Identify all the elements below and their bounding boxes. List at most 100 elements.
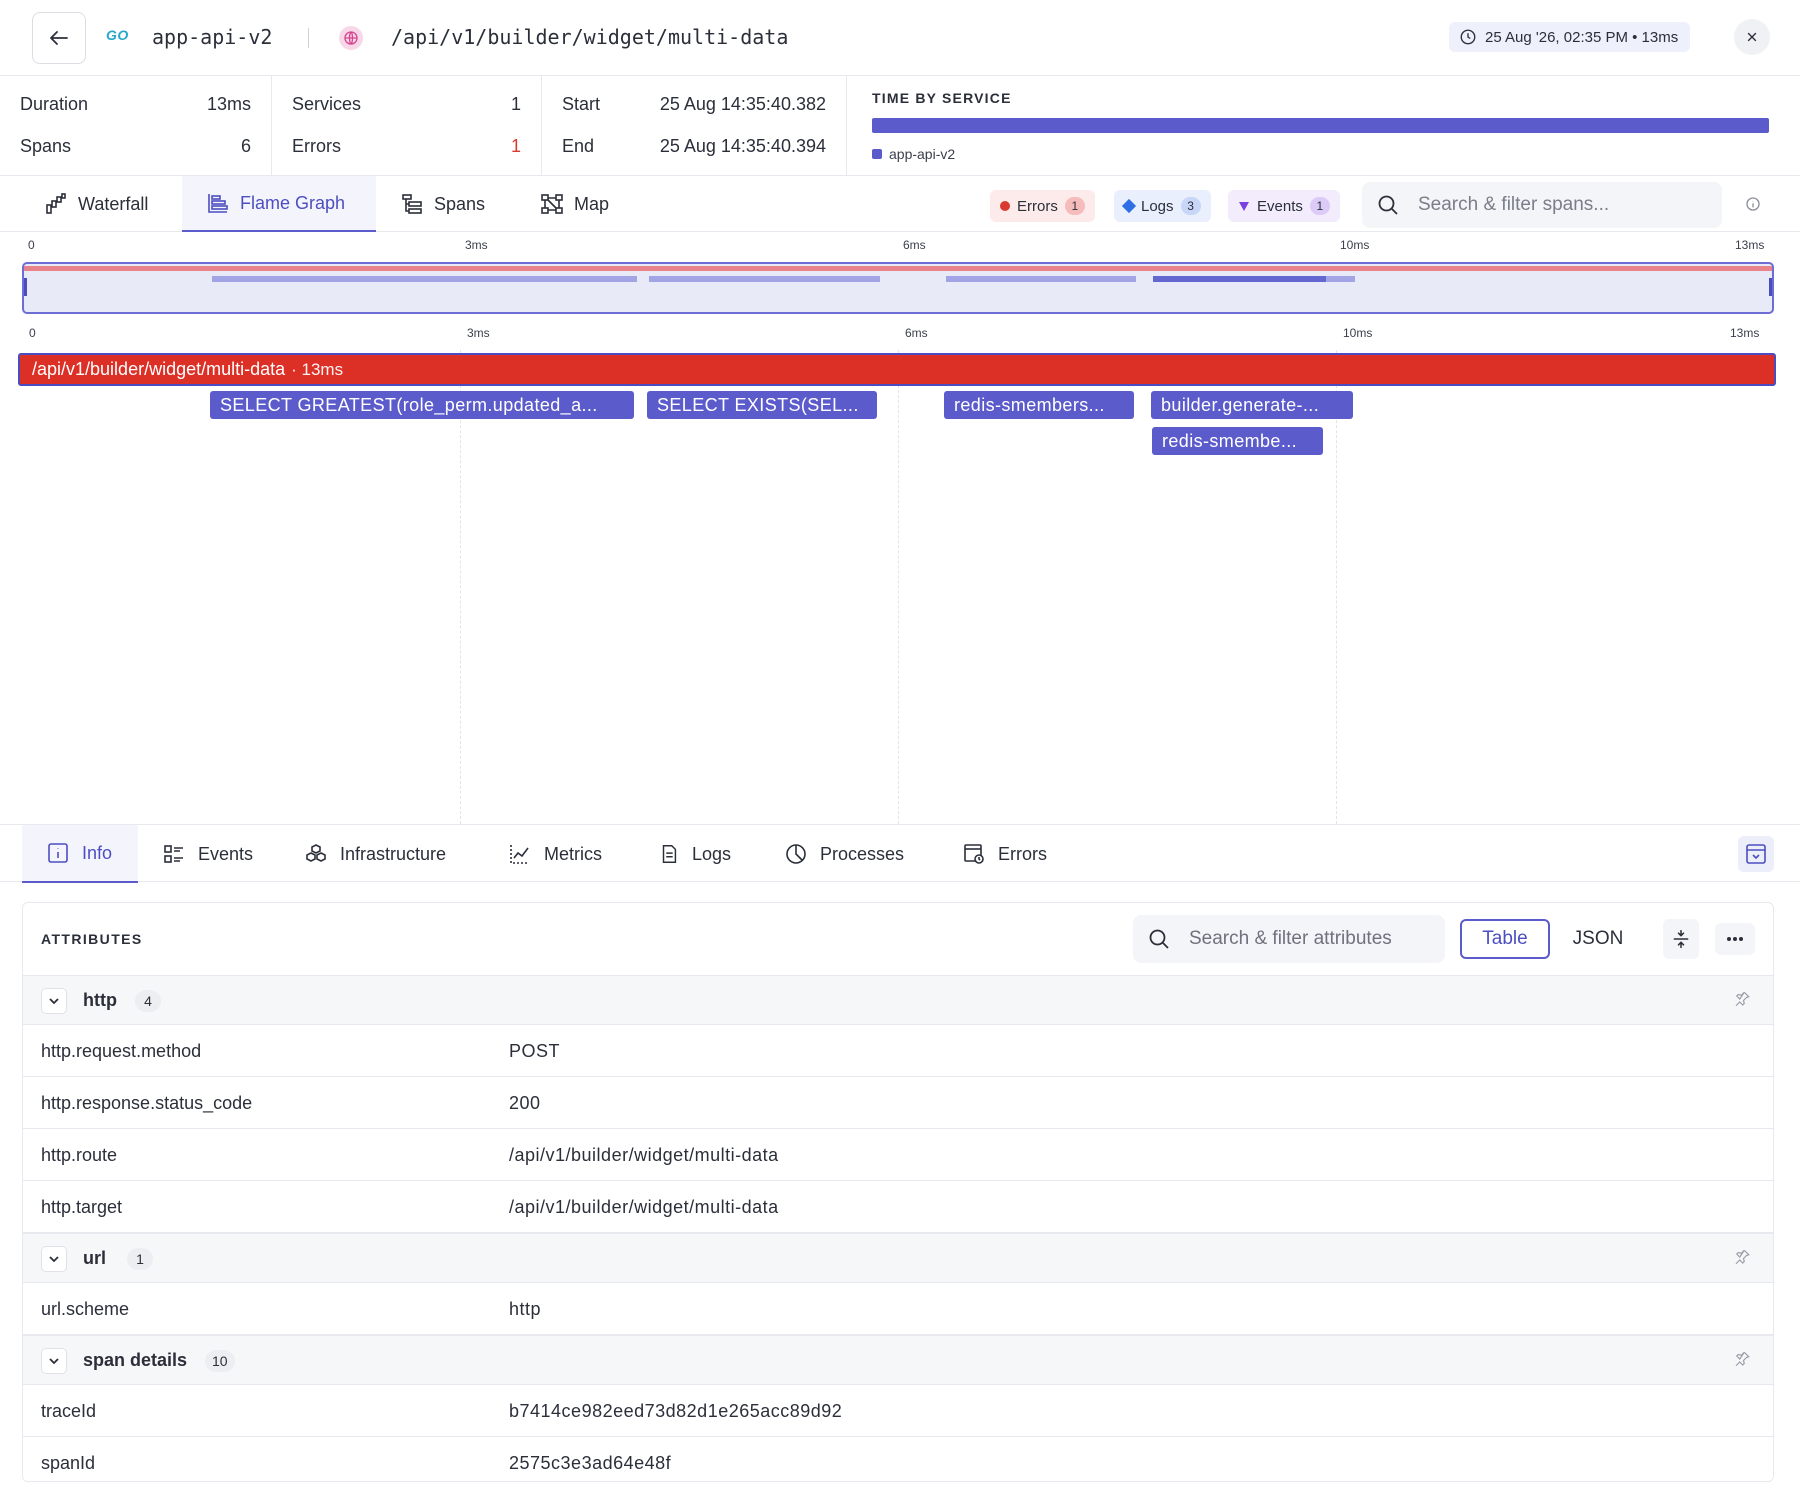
attribute-search-box[interactable]: [1133, 915, 1445, 963]
minimap-right-handle[interactable]: [1769, 278, 1772, 296]
flame-span[interactable]: SELECT GREATEST(role_perm.updated_a...: [210, 391, 634, 419]
attribute-search-input[interactable]: [1189, 928, 1439, 950]
tab-events[interactable]: Events: [138, 825, 277, 883]
stat-start: Start 25 Aug 14:35:40.382: [562, 92, 826, 116]
info-circle-icon[interactable]: [1745, 196, 1761, 212]
attribute-row[interactable]: url.scheme http: [23, 1283, 1773, 1335]
pin-icon[interactable]: [1733, 1350, 1751, 1368]
back-button[interactable]: [32, 12, 86, 64]
close-button[interactable]: [1734, 19, 1770, 55]
tab-errors[interactable]: Errors: [938, 825, 1071, 883]
flame-span[interactable]: SELECT EXISTS(SEL...: [647, 391, 877, 419]
json-view-button[interactable]: JSON: [1550, 919, 1646, 959]
attribute-row[interactable]: http.request.method POST: [23, 1025, 1773, 1077]
time-badge-text: 25 Aug '26, 02:35 PM • 13ms: [1485, 28, 1679, 46]
flame-span[interactable]: redis-smembers...: [944, 391, 1134, 419]
search-icon: [1149, 929, 1169, 949]
stats-duration-col: Duration 13ms Spans 6: [0, 76, 272, 176]
tab-infrastructure[interactable]: Infrastructure: [280, 825, 470, 883]
time-by-service-bar[interactable]: [872, 118, 1769, 133]
timeline-minimap[interactable]: [22, 262, 1774, 314]
flame-span[interactable]: builder.generate-...: [1151, 391, 1353, 419]
flame-ruler: 0 3ms 6ms 10ms 13ms: [22, 326, 1774, 346]
more-options-button[interactable]: [1715, 923, 1755, 955]
tab-map[interactable]: Map: [516, 176, 633, 232]
tab-flame-graph[interactable]: Flame Graph: [182, 176, 376, 232]
spans-icon: [402, 194, 422, 214]
tab-info[interactable]: Info: [22, 825, 138, 883]
group-count: 1: [127, 1248, 153, 1270]
stat-value: 1: [510, 93, 521, 114]
span-search-box[interactable]: [1362, 182, 1722, 228]
ruler-tick: 10ms: [1340, 238, 1370, 252]
pin-icon[interactable]: [1733, 1248, 1751, 1266]
tab-waterfall[interactable]: Waterfall: [20, 176, 172, 232]
chip-label: Events: [1257, 197, 1303, 215]
tab-logs[interactable]: Logs: [634, 825, 755, 883]
legend-label: app-api-v2: [889, 146, 956, 162]
go-logo-icon: GO: [106, 27, 129, 43]
trace-header: GO app-api-v2 /api/v1/builder/widget/mul…: [0, 0, 1800, 76]
tab-spans[interactable]: Spans: [376, 176, 509, 232]
minimap-span: [1153, 276, 1326, 282]
stat-errors: Errors 1: [292, 134, 521, 158]
attribute-group-url[interactable]: url 1: [23, 1233, 1773, 1283]
group-name: url: [83, 1248, 107, 1268]
tab-label: Metrics: [544, 843, 602, 864]
attribute-key: url.scheme: [41, 1299, 130, 1319]
stat-value: 6: [240, 135, 251, 156]
stat-spans: Spans 6: [20, 134, 251, 158]
bug-report-icon: [964, 844, 984, 864]
minimap-root-span: [24, 266, 1772, 271]
chevron-down-icon[interactable]: [41, 988, 67, 1014]
compact-toggle-button[interactable]: [1663, 919, 1699, 959]
span-label: redis-smembers...: [954, 394, 1105, 415]
tab-metrics[interactable]: Metrics: [484, 825, 626, 883]
ruler-tick: 6ms: [905, 326, 928, 340]
chevron-down-icon[interactable]: [41, 1348, 67, 1374]
stat-label: End: [562, 135, 595, 156]
span-label: SELECT EXISTS(SEL...: [657, 394, 859, 415]
attribute-row[interactable]: spanId 2575c3e3ad64e48f: [23, 1437, 1773, 1481]
grid-line: [898, 350, 899, 824]
attribute-row[interactable]: http.route /api/v1/builder/widget/multi-…: [23, 1129, 1773, 1181]
attribute-group-http[interactable]: http 4: [23, 975, 1773, 1025]
ruler-tick: 0: [29, 326, 36, 340]
attribute-row[interactable]: http.response.status_code 200: [23, 1077, 1773, 1129]
trace-route: /api/v1/builder/widget/multi-data: [391, 25, 789, 49]
tab-label: Info: [82, 842, 113, 863]
collapse-vertical-icon: [1673, 929, 1689, 949]
collapse-panel-button[interactable]: [1738, 836, 1774, 872]
attribute-key: traceId: [41, 1401, 97, 1421]
tab-label: Infrastructure: [340, 843, 447, 864]
events-filter-chip[interactable]: Events 1: [1228, 190, 1340, 222]
document-icon: [662, 845, 677, 863]
globe-icon: [339, 26, 363, 50]
attributes-title: ATTRIBUTES: [41, 931, 143, 947]
chevron-down-icon[interactable]: [41, 1246, 67, 1272]
attribute-row[interactable]: http.target /api/v1/builder/widget/multi…: [23, 1181, 1773, 1233]
logs-filter-chip[interactable]: Logs 3: [1114, 190, 1211, 222]
attribute-group-span-details[interactable]: span details 10: [23, 1335, 1773, 1385]
flame-span[interactable]: redis-smembe...: [1152, 427, 1323, 455]
attribute-value: b7414ce982eed73d82d1e265acc89d92: [509, 1401, 843, 1421]
grid-line: [460, 350, 461, 824]
ruler-tick: 6ms: [903, 238, 926, 252]
time-by-service-legend: app-api-v2: [872, 146, 955, 162]
flame-root-span[interactable]: /api/v1/builder/widget/multi-data · 13ms: [18, 353, 1776, 386]
stat-value: 1: [510, 135, 521, 156]
attribute-key: spanId: [41, 1453, 96, 1473]
span-search-input[interactable]: [1418, 194, 1718, 216]
pin-icon[interactable]: [1733, 990, 1751, 1008]
stat-value: 25 Aug 14:35:40.394: [659, 135, 826, 156]
attribute-key: http.request.method: [41, 1041, 202, 1061]
tab-label: Logs: [692, 843, 732, 864]
pie-chart-icon: [786, 844, 806, 864]
panel-collapse-icon: [1746, 844, 1766, 864]
table-view-button[interactable]: Table: [1460, 919, 1550, 959]
tab-processes[interactable]: Processes: [760, 825, 928, 883]
stat-label: Errors: [292, 135, 341, 156]
errors-filter-chip[interactable]: Errors 1: [990, 190, 1095, 222]
minimap-left-handle[interactable]: [24, 278, 27, 296]
attribute-row[interactable]: traceId b7414ce982eed73d82d1e265acc89d92: [23, 1385, 1773, 1437]
